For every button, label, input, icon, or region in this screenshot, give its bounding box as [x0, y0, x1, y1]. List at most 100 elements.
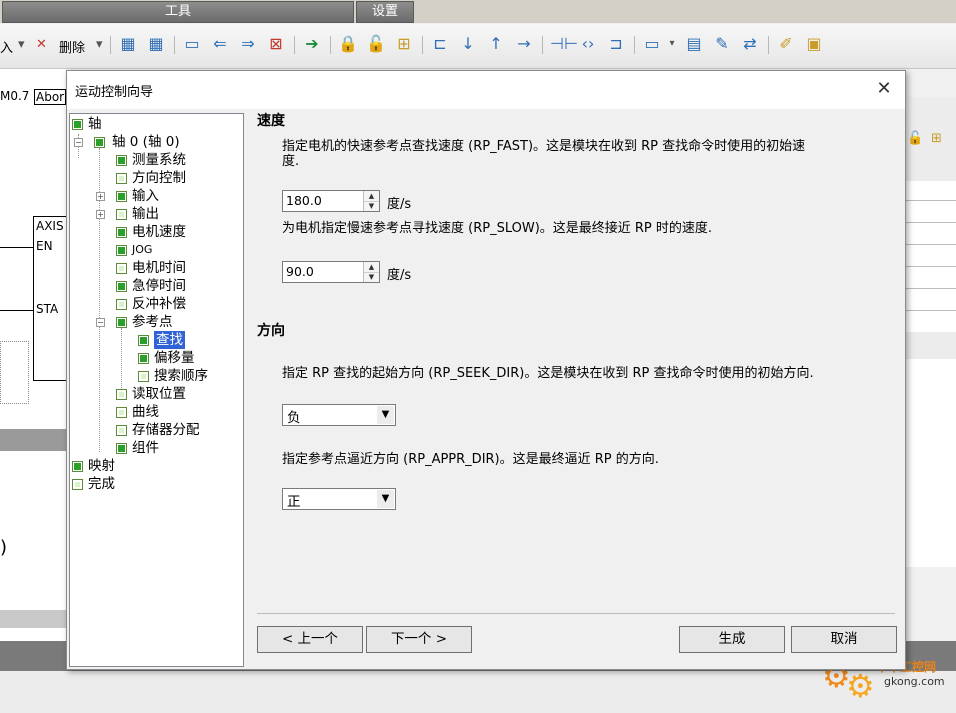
- checkbox-checked-icon[interactable]: [94, 137, 105, 148]
- delete-dropdown-icon[interactable]: ▾: [96, 37, 103, 52]
- network-icon[interactable]: ▦: [118, 34, 138, 54]
- next-button[interactable]: 下一个 >: [366, 626, 472, 653]
- generate-button[interactable]: 生成: [679, 626, 785, 653]
- rp-appr-dir-value: 正: [287, 494, 301, 510]
- lock-icon[interactable]: 🔓: [907, 131, 923, 146]
- checkbox-checked-icon[interactable]: [116, 155, 127, 166]
- toolbar: 入 ▾ ✕ 删除 ▾ ▦ ▦ ▭ ⇐ ⇒ ⊠ ➔ 🔒 🔓 ⊞ ⊏ ↓ ↑ → ⊣…: [0, 24, 956, 69]
- lock-add-icon[interactable]: ⊞: [394, 34, 414, 54]
- compare-icon[interactable]: ⇄: [740, 34, 760, 54]
- rp-slow-unit: 度/s: [387, 268, 412, 283]
- clipboard-icon[interactable]: ▣: [804, 34, 824, 54]
- rp-slow-value[interactable]: 90.0: [286, 264, 314, 279]
- go-icon[interactable]: ➔: [302, 34, 322, 54]
- checkbox-checked-icon[interactable]: [116, 227, 127, 238]
- contact-label: M0.7: [0, 89, 30, 103]
- toolbar-separator: [542, 36, 543, 54]
- checkbox-checked-icon[interactable]: [138, 353, 149, 364]
- rp-appr-dir-select[interactable]: 正 ▼: [282, 488, 396, 510]
- checkbox-checked-icon[interactable]: [116, 191, 127, 202]
- checkbox-checked-icon[interactable]: [138, 335, 149, 346]
- checkbox-checked-icon[interactable]: [116, 443, 127, 454]
- axis-label: AXIS: [36, 219, 64, 233]
- line-right-icon[interactable]: →: [514, 34, 534, 54]
- tab-tools[interactable]: 工具: [2, 1, 354, 23]
- label-dropdown-icon[interactable]: ▾: [662, 34, 682, 54]
- toolbar-separator: [330, 36, 331, 54]
- tree-line: [121, 328, 122, 388]
- lock-add-icon[interactable]: ⊞: [931, 131, 942, 146]
- checkbox-unchecked-icon[interactable]: [116, 407, 127, 418]
- lock-icon[interactable]: 🔒: [338, 34, 358, 54]
- toolbar-separator: [634, 36, 635, 54]
- rp-fast-spinbox[interactable]: 180.0 ▲ ▼: [282, 190, 380, 212]
- rp-seek-dir-select[interactable]: 负 ▼: [282, 404, 396, 426]
- checkbox-checked-icon[interactable]: [72, 461, 83, 472]
- box-icon[interactable]: ▭: [182, 34, 202, 54]
- rp-fast-value[interactable]: 180.0: [286, 193, 322, 208]
- collapse-icon[interactable]: −: [96, 318, 105, 327]
- checkbox-checked-icon[interactable]: [116, 317, 127, 328]
- rp-seek-dir-value: 负: [287, 410, 301, 426]
- table-icon[interactable]: ▤: [684, 34, 704, 54]
- toolbar-separator: [422, 36, 423, 54]
- box-instruction-icon[interactable]: ⊐: [606, 34, 626, 54]
- box-delete-icon[interactable]: ⊠: [266, 34, 286, 54]
- checkbox-unchecked-icon[interactable]: [116, 299, 127, 310]
- checkbox-unchecked-icon[interactable]: [116, 209, 127, 220]
- table-row: [905, 200, 956, 201]
- network-alt-icon[interactable]: ▦: [146, 34, 166, 54]
- line-down-icon[interactable]: ↓: [458, 34, 478, 54]
- checkbox-checked-icon[interactable]: [72, 119, 83, 130]
- expand-icon[interactable]: +: [96, 192, 105, 201]
- rung-line: [0, 247, 33, 248]
- rung-line: [0, 310, 33, 311]
- delete-button[interactable]: 删除: [59, 37, 85, 56]
- contact-icon[interactable]: ⊣⊢: [550, 34, 578, 54]
- checkbox-unchecked-icon[interactable]: [116, 263, 127, 274]
- checkbox-unchecked-icon[interactable]: [116, 425, 127, 436]
- spin-down-icon[interactable]: ▼: [364, 272, 379, 282]
- checkbox-unchecked-icon[interactable]: [72, 479, 83, 490]
- spin-down-icon[interactable]: ▼: [364, 201, 379, 211]
- expand-icon[interactable]: +: [96, 210, 105, 219]
- checkbox-checked-icon[interactable]: [116, 245, 127, 256]
- key-icon[interactable]: ✐: [776, 34, 796, 54]
- rp-fast-description: 指定电机的快速参考点查找速度 (RP_FAST)。这是模块在收到 RP 查找命令…: [282, 139, 806, 169]
- settings-panel: 速度 指定电机的快速参考点查找速度 (RP_FAST)。这是模块在收到 RP 查…: [245, 109, 905, 669]
- tab-settings[interactable]: 设置: [356, 1, 414, 23]
- insert-button[interactable]: 入: [0, 37, 13, 56]
- unlock-icon[interactable]: 🔓: [366, 34, 386, 54]
- instruction-box-top: [33, 216, 66, 217]
- rp-seek-dir-description: 指定 RP 查找的起始方向 (RP_SEEK_DIR)。这是模块在收到 RP 查…: [282, 366, 814, 381]
- motion-control-wizard-dialog: 运动控制向导 ✕ 轴 − 轴 0 (轴 0) 测量系统 方向控制 + 输入 + …: [66, 70, 906, 670]
- ladder-editor: M0.7 Abor AXIS EN STA ): [0, 69, 67, 709]
- dialog-titlebar: 运动控制向导 ✕: [67, 71, 905, 109]
- prev-button[interactable]: < 上一个: [257, 626, 363, 653]
- comment-box: [0, 341, 29, 404]
- checkbox-unchecked-icon[interactable]: [116, 173, 127, 184]
- close-icon[interactable]: ✕: [873, 78, 895, 100]
- collapse-icon[interactable]: −: [74, 138, 83, 147]
- rp-slow-spinbox[interactable]: 90.0 ▲ ▼: [282, 261, 380, 283]
- editor-footer-bar: [0, 610, 66, 628]
- checkbox-unchecked-icon[interactable]: [138, 371, 149, 382]
- chevron-down-icon[interactable]: ▼: [377, 406, 394, 424]
- chevron-down-icon[interactable]: ▼: [377, 490, 394, 508]
- output-area: [0, 671, 956, 713]
- line-up-icon[interactable]: ↑: [486, 34, 506, 54]
- edit-icon[interactable]: ✎: [712, 34, 732, 54]
- box-left-icon[interactable]: ⇐: [210, 34, 230, 54]
- insert-dropdown-icon[interactable]: ▾: [18, 37, 25, 52]
- checkbox-checked-icon[interactable]: [116, 281, 127, 292]
- box-right-icon[interactable]: ⇒: [238, 34, 258, 54]
- instruction-box-bottom: [33, 380, 66, 381]
- branch-icon[interactable]: ⊏: [430, 34, 450, 54]
- coil-icon[interactable]: ‹›: [578, 34, 598, 54]
- checkbox-unchecked-icon[interactable]: [116, 389, 127, 400]
- rp-fast-unit: 度/s: [387, 197, 412, 212]
- label-icon[interactable]: ▭: [642, 34, 662, 54]
- table-row: [905, 310, 956, 311]
- toolbar-separator: [174, 36, 175, 54]
- cancel-button[interactable]: 取消: [791, 626, 897, 653]
